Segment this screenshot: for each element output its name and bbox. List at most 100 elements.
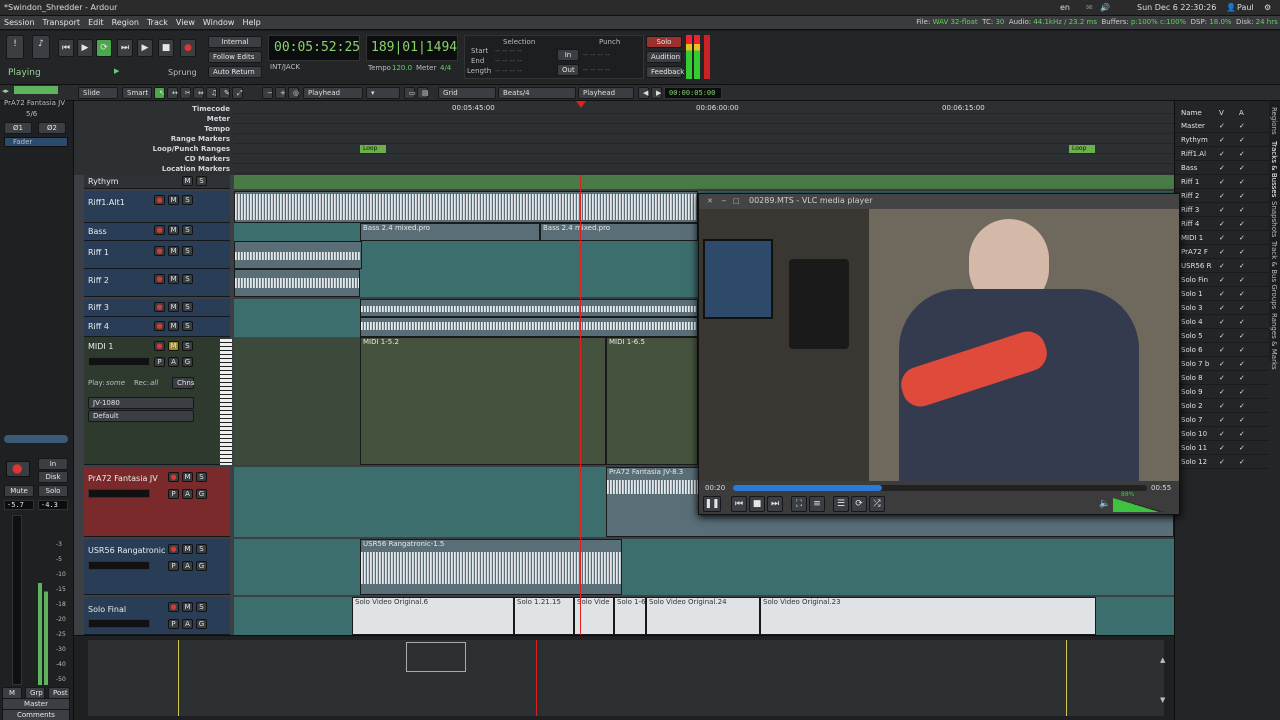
mute-button[interactable]: M [168, 246, 179, 256]
location-ruler[interactable] [234, 164, 1174, 174]
solo-indicator-button[interactable]: Solo [646, 36, 682, 48]
gain-slider[interactable] [88, 619, 150, 628]
visible-check-icon[interactable]: ✓ [1219, 318, 1225, 326]
volume-icon[interactable]: 🔊 [1100, 3, 1110, 12]
tracks-list-row[interactable]: PrA72 F ✓ ✓ [1175, 245, 1269, 259]
lane-usr56[interactable]: USR56 Rangatronic-1.5 [234, 539, 1174, 595]
record-arm-button[interactable]: ● [168, 472, 179, 482]
tab-ranges-marks[interactable]: Ranges & Marks [1270, 313, 1278, 370]
track-header-riff-4[interactable]: Riff 4 ● M S [84, 317, 230, 337]
audio-region[interactable] [360, 317, 698, 337]
track-name[interactable]: MIDI 1 [88, 342, 113, 351]
solo-button[interactable]: Solo [38, 485, 68, 497]
tracks-list-name[interactable]: Solo 7 b [1181, 360, 1209, 368]
midi-region[interactable]: MIDI 1-6.5 [606, 337, 698, 465]
track-header-riff-2[interactable]: Riff 2 ● M S [84, 269, 230, 297]
active-check-icon[interactable]: ✓ [1239, 374, 1245, 382]
tracks-list-row[interactable]: Solo 12 ✓ ✓ [1175, 455, 1269, 469]
tracks-list-name[interactable]: Solo 12 [1181, 458, 1207, 466]
track-name[interactable]: Solo Final [88, 605, 126, 614]
comments-button[interactable]: Comments [2, 709, 70, 720]
visible-check-icon[interactable]: ✓ [1219, 430, 1225, 438]
midi-region[interactable]: MIDI 1-5.2 [360, 337, 606, 465]
tab-groups[interactable]: Track & Bus Groups [1270, 241, 1278, 309]
punch-out-button[interactable]: Out [557, 64, 579, 76]
previous-icon[interactable]: ⏮ [731, 496, 747, 512]
active-check-icon[interactable]: ✓ [1239, 220, 1245, 228]
tracks-list-row[interactable]: Solo 6 ✓ ✓ [1175, 343, 1269, 357]
group-button[interactable]: G [196, 489, 207, 499]
tab-regions[interactable]: Regions [1270, 107, 1278, 135]
menu-transport[interactable]: Transport [39, 16, 85, 29]
scroll-up-icon[interactable]: ▲ [1160, 656, 1165, 664]
playlist-button[interactable]: P [154, 357, 165, 367]
active-check-icon[interactable]: ✓ [1239, 402, 1245, 410]
processor-box[interactable]: Fader [4, 137, 68, 147]
tracks-list-row[interactable]: Solo 10 ✓ ✓ [1175, 427, 1269, 441]
tracks-list-name[interactable]: PrA72 F [1181, 248, 1208, 256]
group-button[interactable]: G [196, 561, 207, 571]
vlc-seek-bar[interactable] [733, 485, 1147, 491]
tracks-list-row[interactable]: Riff 2 ✓ ✓ [1175, 189, 1269, 203]
active-check-icon[interactable]: ✓ [1239, 430, 1245, 438]
feedback-button[interactable]: Feedback [646, 66, 684, 78]
tracks-list-row[interactable]: Solo 2 ✓ ✓ [1175, 399, 1269, 413]
active-check-icon[interactable]: ✓ [1239, 458, 1245, 466]
tracks-list-name[interactable]: Solo 5 [1181, 332, 1203, 340]
visible-check-icon[interactable]: ✓ [1219, 248, 1225, 256]
visible-check-icon[interactable]: ✓ [1219, 374, 1225, 382]
tracks-list-name[interactable]: Riff 4 [1181, 220, 1199, 228]
tracks-list-row[interactable]: Solo 11 ✓ ✓ [1175, 441, 1269, 455]
active-check-icon[interactable]: ✓ [1239, 206, 1245, 214]
tracks-list-name[interactable]: Solo 3 [1181, 304, 1203, 312]
track-name[interactable]: Bass [88, 227, 107, 236]
tracks-list-row[interactable]: Riff 3 ✓ ✓ [1175, 203, 1269, 217]
audio-region[interactable] [234, 241, 362, 269]
expand-tracks-icon[interactable]: ▤ [417, 87, 429, 99]
audio-region[interactable] [234, 191, 698, 223]
input-button-1[interactable]: Ø1 [4, 122, 32, 134]
loop-icon[interactable]: ⟳ [851, 496, 867, 512]
tracks-list-name[interactable]: Solo 11 [1181, 444, 1207, 452]
goto-end-icon[interactable]: ⏭ [117, 39, 133, 57]
solo-button[interactable]: S [182, 302, 193, 312]
monitor-input-button[interactable]: In [38, 458, 68, 470]
active-check-icon[interactable]: ✓ [1239, 136, 1245, 144]
track-header-pra72[interactable]: PrA72 Fantasia JV ● M S P A G [84, 467, 230, 537]
visible-check-icon[interactable]: ✓ [1219, 262, 1225, 270]
track-name[interactable]: Riff 1 [88, 248, 109, 257]
track-header-usr56[interactable]: USR56 Rangatronic ● M S P A G [84, 539, 230, 595]
tracks-list-name[interactable]: Rythym [1181, 136, 1208, 144]
track-header-riff-3[interactable]: Riff 3 ● M S [84, 299, 230, 317]
track-header-riff1-alt1[interactable]: Riff1.Alt1 ● M S [84, 191, 230, 223]
playlist-button[interactable]: P [168, 489, 179, 499]
active-check-icon[interactable]: ✓ [1239, 290, 1245, 298]
nudge-backward-icon[interactable]: ◀ [638, 87, 649, 99]
track-name[interactable]: USR56 Rangatronic [88, 546, 165, 555]
tracks-list-name[interactable]: Solo Fin [1181, 276, 1208, 284]
mute-button[interactable]: M [182, 176, 193, 186]
mute-button[interactable]: M [168, 341, 179, 351]
menu-view[interactable]: View [172, 16, 199, 29]
primary-clock[interactable]: 00:05:52:25 [268, 35, 360, 61]
mute-button[interactable]: Mute [4, 485, 34, 497]
cut-tool-icon[interactable]: ✂ [180, 87, 191, 99]
tempo-ruler[interactable] [234, 124, 1174, 134]
playhead-line[interactable] [580, 175, 581, 635]
playlist-button[interactable]: P [168, 619, 179, 629]
vlc-volume-slider[interactable] [1113, 498, 1165, 512]
audition-tool-icon[interactable]: ♫ [206, 87, 217, 99]
track-name[interactable]: Riff 2 [88, 276, 109, 285]
mute-button[interactable]: M [168, 274, 179, 284]
track-name[interactable]: PrA72 Fantasia JV [88, 474, 158, 483]
content-tool-icon[interactable]: ⤢ [232, 87, 243, 99]
tracks-list-row[interactable]: Riff1.Al ✓ ✓ [1175, 147, 1269, 161]
visible-check-icon[interactable]: ✓ [1219, 290, 1225, 298]
active-check-icon[interactable]: ✓ [1239, 164, 1245, 172]
track-header-bass[interactable]: Bass ● M S [84, 223, 230, 241]
visible-check-icon[interactable]: ✓ [1219, 276, 1225, 284]
tracks-list-row[interactable]: USR56 R ✓ ✓ [1175, 259, 1269, 273]
strip-width-bar[interactable] [14, 86, 58, 94]
tracks-list-row[interactable]: Solo 7 ✓ ✓ [1175, 413, 1269, 427]
tracks-list-name[interactable]: Riff 2 [1181, 192, 1199, 200]
